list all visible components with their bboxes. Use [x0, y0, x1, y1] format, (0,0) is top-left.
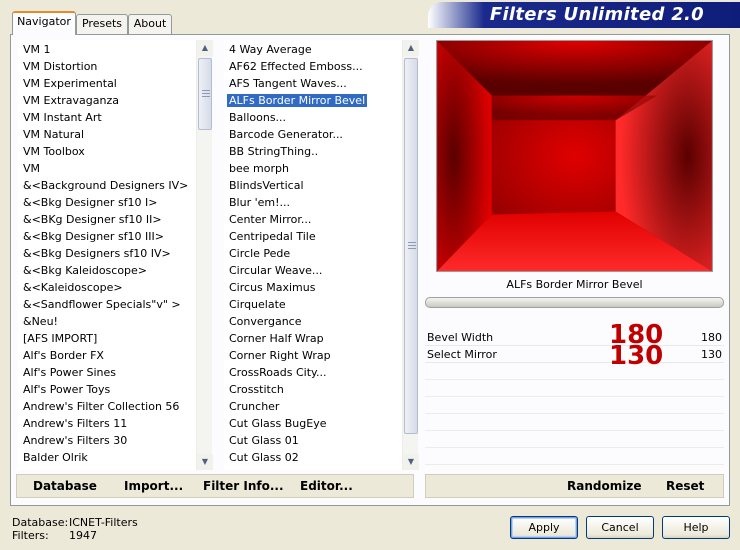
category-item[interactable]: Alf's Power Toys: [19, 381, 195, 398]
tab-about[interactable]: About: [128, 14, 172, 34]
param-toolbar: Randomize Reset: [425, 474, 724, 498]
filter-item[interactable]: Circus Maximus: [225, 279, 401, 296]
category-item[interactable]: VM Distortion: [19, 58, 195, 75]
filter-list[interactable]: 4 Way Average AF62 Effected Emboss... AFS …: [224, 40, 402, 470]
app-title: Filters Unlimited 2.0: [489, 4, 704, 25]
filter-item[interactable]: Corner Half Wrap: [225, 330, 401, 347]
title-banner: Filters Unlimited 2.0: [428, 2, 740, 28]
category-item[interactable]: Balder Olrik: [19, 449, 195, 466]
filter-item[interactable]: Center Mirror...: [225, 211, 401, 228]
filter-item[interactable]: BB StringThing..: [225, 143, 401, 160]
category-item[interactable]: &<BKg Designer sf10 II>: [19, 211, 195, 228]
category-item[interactable]: &<Bkg Designer sf10 I>: [19, 194, 195, 211]
scroll-up-icon[interactable]: ▲: [403, 40, 419, 56]
filters-count-value: 1947: [69, 529, 97, 542]
filters-count-label: Filters:: [12, 529, 49, 542]
param-bevel-width[interactable]: Bevel Width 180: [425, 329, 724, 346]
param-value: 180: [701, 331, 722, 344]
database-toolbar: Database Import... Filter Info... Editor…: [16, 474, 414, 498]
filter-item[interactable]: Blur 'em!...: [225, 194, 401, 211]
database-label: Database:: [12, 516, 69, 529]
filter-item[interactable]: Cruncher: [225, 398, 401, 415]
filter-item[interactable]: Corner Right Wrap: [225, 347, 401, 364]
scroll-down-icon[interactable]: ▼: [403, 454, 419, 470]
category-item[interactable]: Andrew's Filter Collection 56: [19, 398, 195, 415]
filter-preview: [436, 40, 713, 272]
randomize-button[interactable]: Randomize: [567, 479, 641, 493]
category-item[interactable]: [AFS IMPORT]: [19, 330, 195, 347]
filter-item[interactable]: 4 Way Average: [225, 41, 401, 58]
filter-item[interactable]: Crosstitch: [225, 381, 401, 398]
param-label: Bevel Width: [427, 331, 494, 344]
tab-presets[interactable]: Presets: [76, 14, 128, 34]
category-item[interactable]: &<Background Designers IV>: [19, 177, 195, 194]
help-button[interactable]: Help: [662, 516, 730, 539]
category-item[interactable]: &<Sandflower Specials"v" >: [19, 296, 195, 313]
category-item[interactable]: VM Instant Art: [19, 109, 195, 126]
database-button[interactable]: Database: [33, 479, 97, 493]
filter-item[interactable]: ALFs Border Mirror Bevel: [225, 92, 401, 109]
filter-item[interactable]: Cut Glass 01: [225, 432, 401, 449]
category-item[interactable]: &<Kaleidoscope>: [19, 279, 195, 296]
category-item[interactable]: Andrew's Filters 30: [19, 432, 195, 449]
filter-item[interactable]: bee morph: [225, 160, 401, 177]
category-scrollbar[interactable]: ▲ ▼: [196, 40, 213, 470]
category-item[interactable]: VM 1: [19, 41, 195, 58]
filter-item[interactable]: Circular Weave...: [225, 262, 401, 279]
filter-item[interactable]: Circle Pede: [225, 245, 401, 262]
param-label: Select Mirror: [427, 348, 497, 361]
filter-item[interactable]: Cut Glass BugEye: [225, 415, 401, 432]
apply-button[interactable]: Apply: [510, 516, 578, 539]
filter-item[interactable]: Balloons...: [225, 109, 401, 126]
category-item[interactable]: VM Extravaganza: [19, 92, 195, 109]
param-value: 130: [701, 348, 722, 361]
filter-item[interactable]: AF62 Effected Emboss...: [225, 58, 401, 75]
category-item[interactable]: &Neu!: [19, 313, 195, 330]
tab-navigator[interactable]: Navigator: [12, 11, 76, 35]
filter-item[interactable]: Cut Glass 02: [225, 449, 401, 466]
selected-filter-name: ALFs Border Mirror Bevel: [425, 274, 724, 296]
scroll-thumb[interactable]: [404, 58, 418, 434]
filter-item[interactable]: Barcode Generator...: [225, 126, 401, 143]
filter-item[interactable]: Centripedal Tile: [225, 228, 401, 245]
category-item[interactable]: &<Bkg Designers sf10 IV>: [19, 245, 195, 262]
parameter-panel: Bevel Width 180 Select Mirror 130 180 13…: [425, 322, 724, 472]
category-item[interactable]: &<Bkg Designer sf10 III>: [19, 228, 195, 245]
scroll-down-icon[interactable]: ▼: [197, 454, 213, 470]
filter-item[interactable]: AFS Tangent Waves...: [225, 75, 401, 92]
category-list[interactable]: VM 1 VM Distortion VM Experimental VM Extra…: [18, 40, 196, 470]
filter-info-button[interactable]: Filter Info...: [203, 479, 284, 493]
category-item[interactable]: Alf's Power Sines: [19, 364, 195, 381]
category-item[interactable]: Andrew's Filters 11: [19, 415, 195, 432]
database-value: ICNET-Filters: [69, 516, 138, 529]
filter-item[interactable]: Cirquelate: [225, 296, 401, 313]
filter-item[interactable]: BlindsVertical: [225, 177, 401, 194]
category-item[interactable]: &<Bkg Kaleidoscope>: [19, 262, 195, 279]
filter-scrollbar[interactable]: ▲ ▼: [402, 40, 419, 470]
param-select-mirror[interactable]: Select Mirror 130: [425, 346, 724, 363]
category-item[interactable]: VM: [19, 160, 195, 177]
category-item[interactable]: VM Experimental: [19, 75, 195, 92]
reset-button[interactable]: Reset: [666, 479, 704, 493]
cancel-button[interactable]: Cancel: [586, 516, 654, 539]
category-item[interactable]: VM Toolbox: [19, 143, 195, 160]
scroll-thumb[interactable]: [198, 58, 212, 130]
category-item[interactable]: Alf's Border FX: [19, 347, 195, 364]
import-button[interactable]: Import...: [124, 479, 183, 493]
preview-slider[interactable]: [425, 297, 724, 308]
editor-button[interactable]: Editor...: [300, 479, 353, 493]
filter-item[interactable]: Convergance: [225, 313, 401, 330]
filter-item[interactable]: CrossRoads City...: [225, 364, 401, 381]
scroll-up-icon[interactable]: ▲: [197, 40, 213, 56]
category-item[interactable]: VM Natural: [19, 126, 195, 143]
